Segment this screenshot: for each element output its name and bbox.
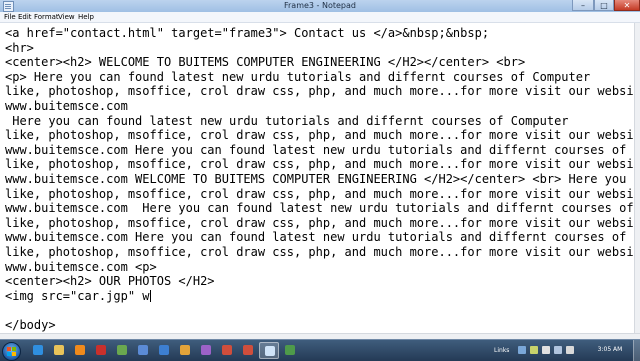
tray-app-icon[interactable] xyxy=(530,346,538,354)
links-toolbar[interactable]: Links xyxy=(494,347,509,354)
taskbar-button[interactable] xyxy=(91,342,111,359)
editor-line: <hr> xyxy=(5,40,34,55)
game-icon xyxy=(117,345,127,355)
editor-line: like, photoshop, msoffice, crol draw css… xyxy=(5,244,634,259)
app-icon xyxy=(243,345,253,355)
minimize-button[interactable]: – xyxy=(572,0,594,11)
app-icon xyxy=(159,345,169,355)
taskbar-button[interactable] xyxy=(217,342,237,359)
editor-line: www.buitemsce.com Here you can found lat… xyxy=(5,201,634,216)
menu-view[interactable]: View xyxy=(57,12,76,22)
clock[interactable]: 3:05 AM xyxy=(590,346,630,354)
taskbar-button[interactable] xyxy=(49,342,69,359)
editor-line: like, photoshop, msoffice, crol draw css… xyxy=(5,84,634,99)
menu-edit[interactable]: Edit xyxy=(17,12,33,22)
app-icon xyxy=(285,345,295,355)
menu-format[interactable]: Format xyxy=(33,12,60,22)
editor-line: like, photoshop, msoffice, crol draw css… xyxy=(5,215,634,230)
flag-icon[interactable] xyxy=(566,346,574,354)
editor-line: like, photoshop, msoffice, crol draw css… xyxy=(5,186,634,201)
text-editor[interactable]: <a href="contact.html" target="frame3"> … xyxy=(0,23,634,333)
window-title: Frame3 - Notepad xyxy=(284,1,356,10)
menu-bar: File Edit Format View Help xyxy=(0,12,640,23)
editor-text[interactable]: <a href="contact.html" target="frame3"> … xyxy=(5,26,634,332)
app-icon xyxy=(201,345,211,355)
editor-line: like, photoshop, msoffice, crol draw css… xyxy=(5,157,634,172)
taskbar-button[interactable] xyxy=(70,342,90,359)
media-player-icon xyxy=(75,345,85,355)
system-tray: Links 3:05 AM xyxy=(490,340,640,361)
taskbar-button[interactable] xyxy=(154,342,174,359)
editor-line: <center><h2> OUR PHOTOS </H2> xyxy=(5,274,215,289)
maximize-button[interactable]: □ xyxy=(594,0,614,11)
app-icon xyxy=(96,345,106,355)
ie-icon xyxy=(33,345,43,355)
taskbar-button[interactable] xyxy=(196,342,216,359)
network-icon[interactable] xyxy=(542,346,550,354)
editor-line: www.buitemsce.com <p> xyxy=(5,259,157,274)
editor-line: Here you can found latest new urdu tutor… xyxy=(5,113,569,128)
editor-line: </body> xyxy=(5,317,56,332)
app-icon xyxy=(138,345,148,355)
editor-line: <center><h2> WELCOME TO BUITEMS COMPUTER… xyxy=(5,55,526,70)
menu-help[interactable]: Help xyxy=(77,12,95,22)
editor-line: <p> Here you can found latest new urdu t… xyxy=(5,69,591,84)
volume-icon[interactable] xyxy=(554,346,562,354)
editor-line: www.buitemsce.com Here you can found lat… xyxy=(5,142,634,157)
taskbar-button[interactable] xyxy=(259,342,279,359)
taskbar: Links 3:05 AM xyxy=(0,339,640,361)
editor-line: www.buitemsce.com xyxy=(5,98,128,113)
tray-arrow-icon[interactable] xyxy=(518,346,526,354)
vertical-scrollbar[interactable] xyxy=(634,23,640,333)
taskbar-button[interactable] xyxy=(238,342,258,359)
menu-file[interactable]: File xyxy=(3,12,17,22)
editor-line: <a href="contact.html" target="frame3"> … xyxy=(5,26,490,40)
text-caret xyxy=(149,289,151,302)
app-icon xyxy=(222,345,232,355)
folder-icon xyxy=(54,345,64,355)
taskbar-button[interactable] xyxy=(112,342,132,359)
editor-line: www.buitemsce.com Here you can found lat… xyxy=(5,230,634,245)
start-button[interactable] xyxy=(2,342,21,361)
show-desktop-button[interactable] xyxy=(633,340,640,361)
taskbar-button[interactable] xyxy=(28,342,48,359)
close-button[interactable]: ✕ xyxy=(614,0,640,11)
app-icon xyxy=(180,345,190,355)
taskbar-button[interactable] xyxy=(175,342,195,359)
editor-line: www.buitemsce.com WELCOME TO BUITEMS COM… xyxy=(5,171,634,186)
taskbar-button[interactable] xyxy=(133,342,153,359)
editor-line: <img src="car.jgp" w xyxy=(5,288,150,303)
notepad-icon xyxy=(265,346,275,356)
taskbar-button[interactable] xyxy=(280,342,300,359)
editor-line: like, photoshop, msoffice, crol draw css… xyxy=(5,128,634,143)
